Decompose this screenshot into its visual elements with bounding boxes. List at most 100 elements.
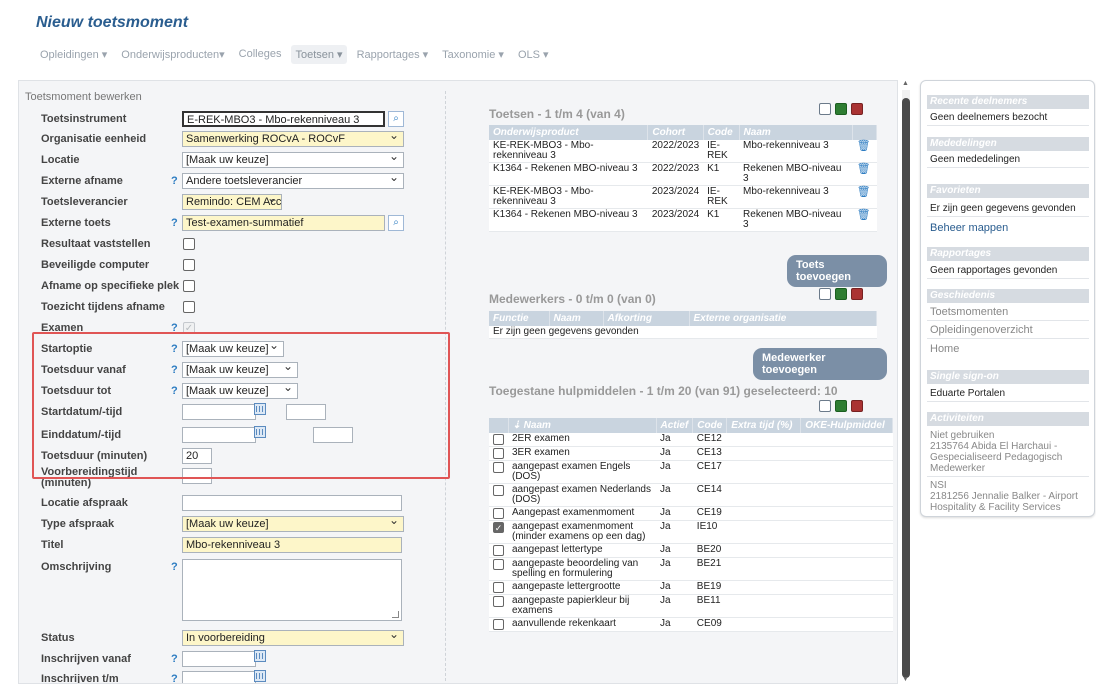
main-scrollbar[interactable]: ▲ ▼ bbox=[900, 80, 912, 684]
col-naam[interactable]: Naam bbox=[739, 125, 854, 140]
row-checkbox[interactable] bbox=[493, 485, 504, 496]
nav-toetsen[interactable]: Toetsen ▾ bbox=[291, 45, 347, 64]
eindtijd-input[interactable] bbox=[313, 427, 353, 443]
help-icon[interactable]: ? bbox=[171, 385, 178, 397]
row-checkbox[interactable] bbox=[493, 596, 504, 607]
help-icon[interactable]: ? bbox=[171, 673, 178, 683]
inschr-tm-input[interactable] bbox=[182, 671, 256, 683]
col-naam[interactable]: Naam bbox=[549, 311, 604, 326]
nav-onderwijsproducten[interactable]: Onderwijsproducten▾ bbox=[117, 45, 228, 64]
row-checkbox[interactable] bbox=[493, 619, 504, 630]
toetsleverancier-select[interactable]: Remindo: CEM Acc bbox=[182, 194, 282, 210]
nav-opleidingen[interactable]: Opleidingen ▾ bbox=[36, 45, 111, 64]
col-oke-hulpmiddel[interactable]: OKE-Hulpmiddel bbox=[800, 418, 893, 433]
medewerker-toevoegen-button[interactable]: Medewerker toevoegen bbox=[753, 348, 887, 380]
excel-icon[interactable] bbox=[835, 400, 847, 412]
arrow-up-icon[interactable]: ▲ bbox=[902, 80, 909, 87]
col-code[interactable]: Code bbox=[692, 418, 728, 433]
externe-toets-input[interactable]: Test-examen-summatief bbox=[182, 215, 385, 231]
document-icon[interactable] bbox=[819, 400, 831, 412]
help-icon[interactable]: ? bbox=[171, 561, 178, 573]
duur-tot-select[interactable]: [Maak uw keuze] bbox=[182, 383, 298, 399]
trash-icon[interactable]: 🗑 bbox=[857, 186, 871, 198]
nav-ols[interactable]: OLS ▾ bbox=[514, 45, 553, 64]
table-row[interactable]: aangepaste lettergrootte Ja BE19 bbox=[489, 580, 893, 595]
table-row[interactable]: K1364 - Rekenen MBO-niveau 3 2022/2023 K1 R… bbox=[489, 162, 877, 186]
document-icon[interactable] bbox=[819, 288, 831, 300]
calendar-icon[interactable] bbox=[254, 650, 266, 662]
omschrijving-textarea[interactable] bbox=[182, 559, 402, 621]
status-select[interactable]: In voorbereiding bbox=[182, 630, 404, 646]
col-code[interactable]: Code bbox=[703, 125, 740, 140]
table-row[interactable]: aangepaste papierkleur bij examens Ja BE11 bbox=[489, 594, 893, 618]
table-row[interactable]: aangepast examen Nederlands (DOS) Ja CE14 bbox=[489, 483, 893, 507]
calendar-icon[interactable] bbox=[254, 426, 266, 438]
col-extra-tijd[interactable]: Extra tijd (%) bbox=[726, 418, 802, 433]
sidebar-activiteit-1-detail[interactable]: 2135764 Abida El Harchaui - Gespecialise… bbox=[927, 439, 1089, 477]
startoptie-select[interactable]: [Maak uw keuze] bbox=[182, 341, 284, 357]
document-icon[interactable] bbox=[819, 103, 831, 115]
col-functie[interactable]: Functie bbox=[489, 311, 550, 326]
organisatie-select[interactable]: Samenwerking ROCvA - ROCvF bbox=[182, 131, 404, 147]
col-naam[interactable]: ⇣ Naam bbox=[508, 418, 657, 433]
row-checkbox[interactable] bbox=[493, 559, 504, 570]
resultaat-checkbox[interactable] bbox=[183, 238, 195, 250]
trash-icon[interactable]: 🗑 bbox=[857, 140, 871, 152]
table-row[interactable]: 3ER examen Ja CE13 bbox=[489, 446, 893, 461]
nav-colleges[interactable]: Colleges bbox=[235, 45, 286, 64]
help-icon[interactable]: ? bbox=[171, 175, 178, 187]
toets-toevoegen-button[interactable]: Toets toevoegen bbox=[787, 255, 887, 287]
col-externe-organisatie[interactable]: Externe organisatie bbox=[689, 311, 877, 326]
starttijd-input[interactable] bbox=[286, 404, 326, 420]
help-icon[interactable]: ? bbox=[171, 343, 178, 355]
print-icon[interactable] bbox=[851, 400, 863, 412]
search-icon[interactable]: ⌕ bbox=[388, 215, 404, 231]
arrow-down-icon[interactable]: ▼ bbox=[902, 676, 909, 683]
row-checkbox[interactable] bbox=[493, 508, 504, 519]
voorbereiding-input[interactable] bbox=[182, 468, 212, 484]
col-actief[interactable]: Actief bbox=[656, 418, 694, 433]
afname-plek-checkbox[interactable] bbox=[183, 280, 195, 292]
trash-icon[interactable]: 🗑 bbox=[857, 209, 871, 221]
row-checkbox[interactable] bbox=[493, 582, 504, 593]
help-icon[interactable]: ? bbox=[171, 653, 178, 665]
table-row[interactable]: ✓ aangepast examenmoment (minder examens … bbox=[489, 520, 893, 544]
duur-vanaf-select[interactable]: [Maak uw keuze] bbox=[182, 362, 298, 378]
nav-taxonomie[interactable]: Taxonomie ▾ bbox=[438, 45, 508, 64]
sidebar-history-home[interactable]: Home bbox=[927, 342, 1089, 357]
type-afspraak-select[interactable]: [Maak uw keuze] bbox=[182, 516, 404, 532]
titel-input[interactable]: Mbo-rekenniveau 3 bbox=[182, 537, 402, 553]
row-checkbox[interactable] bbox=[493, 448, 504, 459]
help-icon[interactable]: ? bbox=[171, 322, 178, 334]
scroll-thumb[interactable] bbox=[902, 98, 910, 678]
table-row[interactable]: aangepast examen Engels (DOS) Ja CE17 bbox=[489, 460, 893, 484]
externe-afname-select[interactable]: Andere toetsleverancier bbox=[182, 173, 404, 189]
nav-rapportages[interactable]: Rapportages ▾ bbox=[353, 45, 433, 64]
trash-icon[interactable]: 🗑 bbox=[857, 163, 871, 175]
excel-icon[interactable] bbox=[835, 103, 847, 115]
table-row[interactable]: KE-REK-MBO3 - Mbo-rekenniveau 3 2023/2024… bbox=[489, 185, 877, 209]
sidebar-activiteit-2-detail[interactable]: 2181256 Jennalie Balker - Airport Hospit… bbox=[927, 489, 1089, 515]
sidebar-beheer-mappen[interactable]: Beheer mappen bbox=[927, 221, 1089, 236]
table-row[interactable]: Aangepast examenmoment Ja CE19 bbox=[489, 506, 893, 521]
table-row[interactable]: 2ER examen Ja CE12 bbox=[489, 433, 893, 447]
toetsduur-input[interactable]: 20 bbox=[182, 448, 212, 464]
sidebar-history-toetsmomenten[interactable]: Toetsmomenten bbox=[927, 305, 1089, 321]
table-row[interactable]: KE-REK-MBO3 - Mbo-rekenniveau 3 2022/2023… bbox=[489, 140, 877, 163]
row-checkbox[interactable] bbox=[493, 434, 504, 445]
table-row[interactable]: aanvullende rekenkaart Ja CE09 bbox=[489, 617, 893, 632]
row-checkbox[interactable]: ✓ bbox=[493, 522, 504, 533]
col-afkorting[interactable]: Afkorting bbox=[603, 311, 690, 326]
print-icon[interactable] bbox=[851, 288, 863, 300]
help-icon[interactable]: ? bbox=[171, 217, 178, 229]
sidebar-history-opleidingenoverzicht[interactable]: Opleidingenoverzicht bbox=[927, 323, 1089, 339]
toetsinstrument-input[interactable]: E-REK-MBO3 - Mbo-rekenniveau 3 bbox=[182, 111, 385, 127]
locatie-afspraak-input[interactable] bbox=[182, 495, 402, 511]
startdatum-input[interactable] bbox=[182, 404, 256, 420]
table-row[interactable]: aangepast lettertype Ja BE20 bbox=[489, 543, 893, 558]
row-checkbox[interactable] bbox=[493, 545, 504, 556]
calendar-icon[interactable] bbox=[254, 670, 266, 682]
col-cohort[interactable]: Cohort bbox=[647, 125, 704, 140]
search-icon[interactable]: ⌕ bbox=[388, 111, 404, 127]
excel-icon[interactable] bbox=[835, 288, 847, 300]
